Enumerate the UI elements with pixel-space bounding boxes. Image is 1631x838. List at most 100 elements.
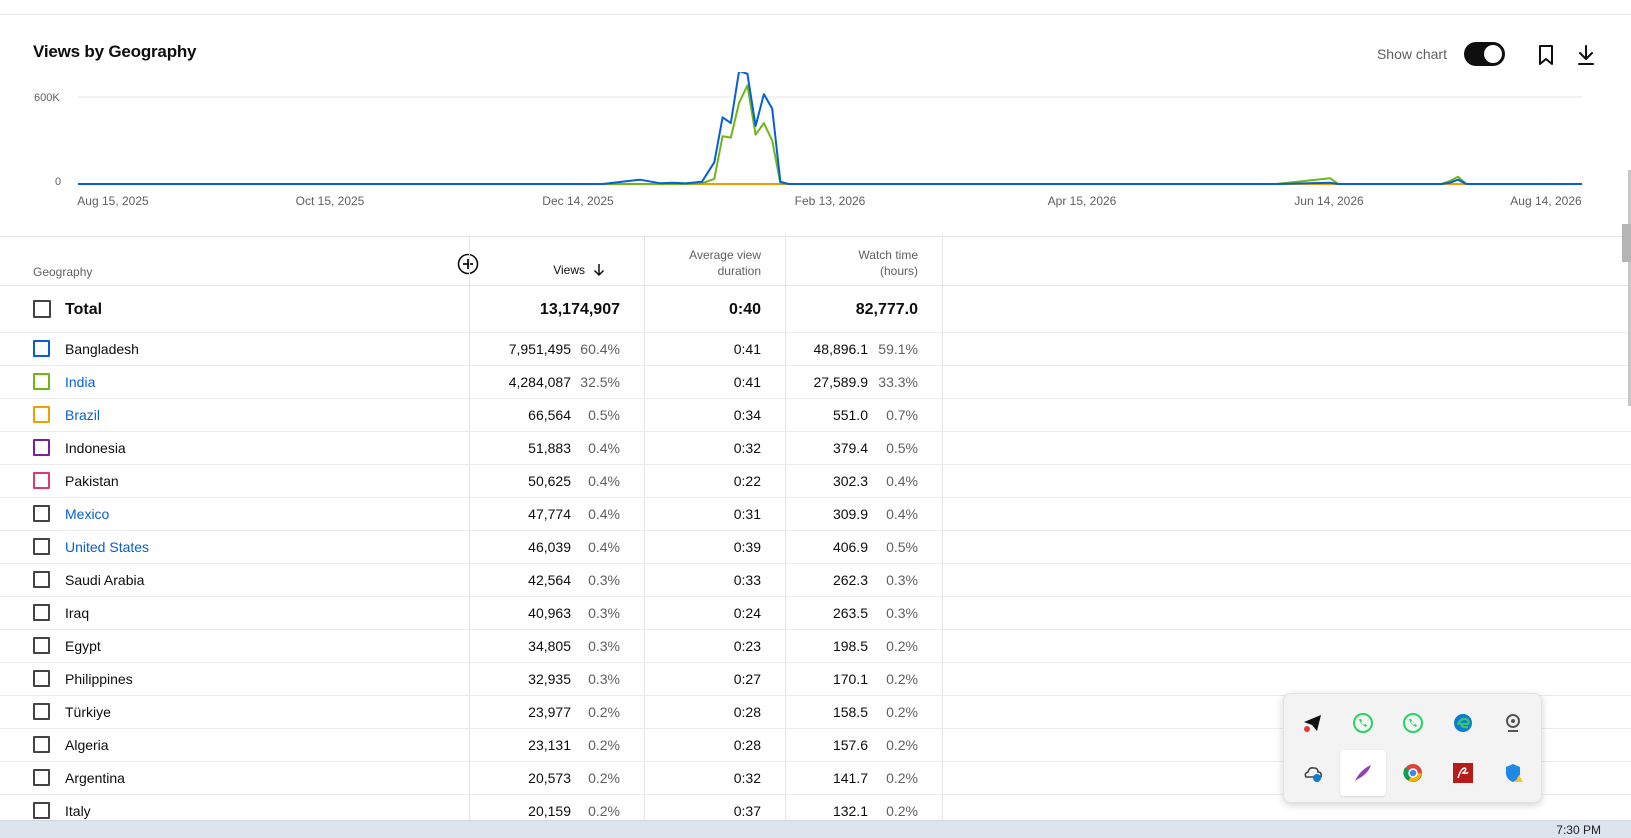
row-checkbox[interactable] [33,340,50,357]
table-row: Saudi Arabia 42,564 0.3% 0:33 262.3 0.3% [0,564,1631,597]
row-checkbox[interactable] [33,703,50,720]
watch-time-percent: 0.2% [886,671,918,687]
views-value: 7,951,495 [508,341,571,357]
watch-time-percent: 0.7% [886,407,918,423]
column-divider [785,729,786,761]
x-tick-label: Oct 15, 2025 [295,194,365,208]
download-button[interactable] [1573,42,1599,68]
geography-name: Indonesia [65,440,126,456]
tray-app-button[interactable] [1290,750,1336,796]
geography-name[interactable]: Brazil [65,407,100,423]
views-percent: 0.4% [588,506,620,522]
bookmark-button[interactable] [1533,42,1559,68]
column-divider [785,498,786,530]
geography-name[interactable]: India [65,374,95,390]
column-divider [644,237,645,285]
column-divider [942,597,943,629]
row-checkbox[interactable] [33,439,50,456]
tray-app-button[interactable] [1440,700,1486,746]
column-divider [942,465,943,497]
tray-app-button[interactable] [1390,700,1436,746]
row-checkbox[interactable] [33,670,50,687]
views-value: 32,935 [528,671,571,687]
column-divider [644,630,645,662]
tray-app-button[interactable] [1490,700,1536,746]
row-checkbox[interactable] [33,373,50,390]
row-checkbox[interactable] [33,604,50,621]
x-tick-label: Apr 15, 2026 [1047,194,1117,208]
windows-security-icon [1506,764,1523,782]
column-divider [942,729,943,761]
tray-app-button[interactable] [1490,750,1536,796]
avd-value: 0:28 [733,737,761,753]
table-row: Pakistan 50,625 0.4% 0:22 302.3 0.4% [0,465,1631,498]
avd-column-header[interactable]: Average view duration [655,247,761,279]
chart-plot-area [78,72,1582,185]
views-header-label: Views [553,263,585,277]
tray-app-button[interactable] [1290,700,1336,746]
x-tick-label: Dec 14, 2025 [542,194,614,208]
show-chart-toggle[interactable] [1464,42,1505,66]
tray-app-button[interactable] [1440,750,1486,796]
column-divider [785,333,786,365]
whatsapp-icon [1403,713,1423,733]
column-divider [785,286,786,332]
avd-value: 0:34 [733,407,761,423]
tray-app-button[interactable] [1390,750,1436,796]
y-tick-label: 0 [55,176,62,188]
row-checkbox[interactable] [33,571,50,588]
row-checkbox[interactable] [33,802,50,819]
avd-header-line1: Average view [689,248,761,262]
row-checkbox[interactable] [33,637,50,654]
column-divider [942,286,943,332]
column-divider [785,465,786,497]
views-percent: 0.3% [588,638,620,654]
taskbar: 7:30 PM [0,820,1631,838]
watch-time-value: 262.3 [832,572,868,588]
watch-time-column-header[interactable]: Watch time (hours) [800,247,918,279]
row-checkbox[interactable] [33,406,50,423]
sort-descending-icon [593,264,605,277]
geography-name[interactable]: Mexico [65,506,109,522]
column-divider [942,762,943,794]
row-checkbox[interactable] [33,769,50,786]
row-checkbox[interactable] [33,538,50,555]
views-percent: 0.3% [588,572,620,588]
add-column-button[interactable] [457,253,479,275]
toggle-knob [1484,45,1502,63]
column-divider [785,432,786,464]
scrollbar-thumb[interactable] [1622,224,1631,262]
column-divider [785,663,786,695]
row-checkbox[interactable] [33,505,50,522]
row-checkbox[interactable] [33,472,50,489]
x-tick-label: Aug 15, 2025 [77,194,149,208]
avd-value: 0:27 [733,671,761,687]
views-percent: 0.2% [588,704,620,720]
views-column-header[interactable]: Views [553,263,605,277]
x-tick-label: Feb 13, 2026 [794,194,866,208]
geography-name: Egypt [65,638,101,654]
watch-time-percent: 0.2% [886,638,918,654]
column-divider [469,663,470,695]
watch-time-percent: 0.4% [886,506,918,522]
watch-time-percent: 0.3% [886,605,918,621]
column-divider [644,564,645,596]
geography-name: Saudi Arabia [65,572,145,588]
row-checkbox[interactable] [33,736,50,753]
watch-time-value: 27,589.9 [813,374,869,390]
geography-column-header[interactable]: Geography [33,265,92,279]
geography-name[interactable]: United States [65,539,149,555]
table-row: Bangladesh 7,951,495 60.4% 0:41 48,896.1 59.1… [0,333,1631,366]
tray-app-button[interactable] [1340,750,1386,796]
table-row: Mexico 47,774 0.4% 0:31 309.9 0.4% [0,498,1631,531]
onedrive-icon [1304,767,1322,782]
avd-header-line2: duration [717,264,761,278]
taskbar-clock[interactable]: 7:30 PM [1556,823,1601,837]
views-value: 46,039 [528,539,571,555]
column-divider [644,432,645,464]
total-checkbox[interactable] [33,300,51,318]
views-percent: 0.4% [588,440,620,456]
watch-time-percent: 0.3% [886,572,918,588]
tray-app-button[interactable] [1340,700,1386,746]
column-divider [785,237,786,285]
